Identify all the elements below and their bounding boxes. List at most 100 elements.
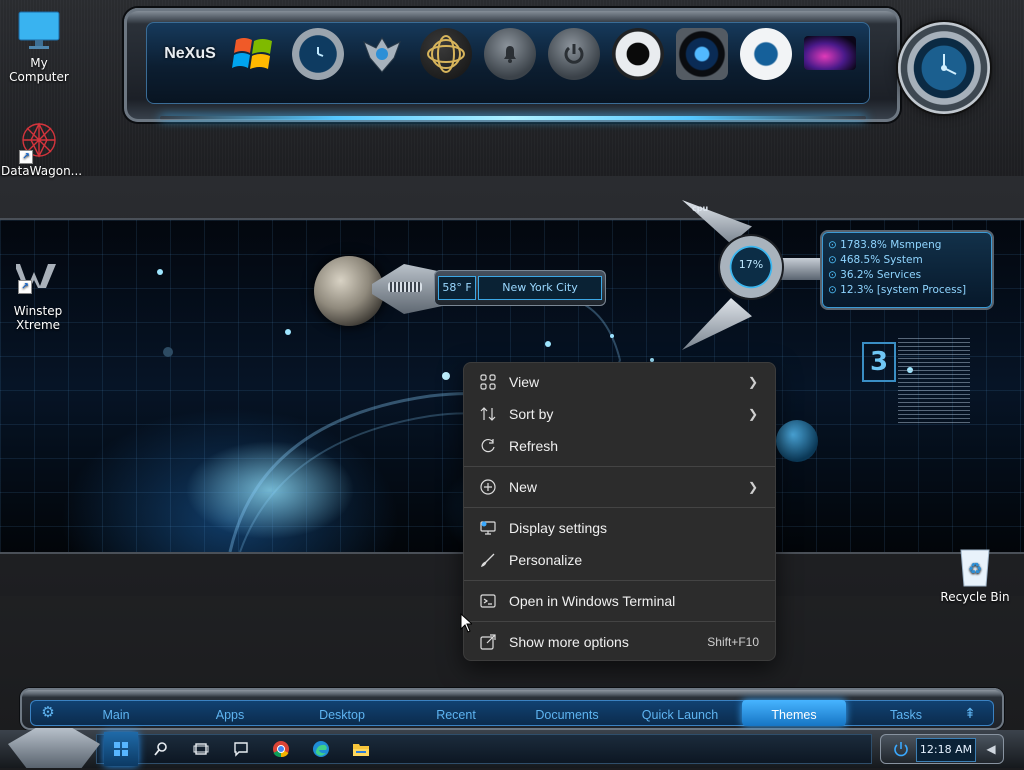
sector-panel: 3 xyxy=(860,336,972,432)
chevron-right-icon: ❯ xyxy=(747,480,759,494)
top-dock: NeXuS xyxy=(124,8,900,122)
menu-item-label: Refresh xyxy=(509,438,559,454)
desktop-icon-recycle-bin[interactable]: ♻ Recycle Bin xyxy=(937,544,1013,604)
cpu-process-item: 12.3% [system Process] xyxy=(828,283,992,298)
pin-icon[interactable]: ⇞ xyxy=(960,700,980,726)
desktop-icon-winstep[interactable]: ↗ Winstep Xtreme xyxy=(0,230,76,346)
wallpaper-icon[interactable] xyxy=(804,36,856,70)
menu-item-refresh[interactable]: Refresh xyxy=(468,430,771,462)
desktop-context-menu: View ❯ Sort by ❯ Refresh New ❯ Display s… xyxy=(463,362,776,661)
display-icon xyxy=(479,519,497,537)
menu-item-display-settings[interactable]: Display settings xyxy=(468,512,771,544)
weather-level-icon xyxy=(388,282,422,292)
settings-gear-icon[interactable]: ⚙ xyxy=(36,700,60,726)
edge-icon[interactable] xyxy=(308,736,334,762)
winstep-icon: ↗ xyxy=(14,244,60,294)
weather-temperature: 58° F xyxy=(438,276,476,300)
search-icon[interactable] xyxy=(148,736,174,762)
menu-item-label: Open in Windows Terminal xyxy=(509,593,676,609)
weather-bar: 58° F New York City xyxy=(388,270,606,306)
grid-view-icon xyxy=(479,373,497,391)
tab-desktop[interactable]: Desktop xyxy=(310,700,374,726)
windows-logo-icon[interactable] xyxy=(228,28,280,80)
tab-main[interactable]: Main xyxy=(88,700,144,726)
cpu-label: cpu xyxy=(692,204,709,213)
cpu-meter-widget[interactable]: cpu 17% 1783.8% Msmpeng 468.5% System 36… xyxy=(680,196,992,352)
sector-text-lines xyxy=(898,338,970,426)
recycle-bin-icon: ♻ xyxy=(953,544,997,588)
taskbar-clock[interactable]: 12:18 AM xyxy=(916,738,976,762)
menu-item-personalize[interactable]: Personalize xyxy=(468,544,771,576)
clock-icon[interactable] xyxy=(292,28,344,80)
bell-icon[interactable] xyxy=(484,28,536,80)
clock-orb-icon[interactable] xyxy=(898,22,990,114)
dock-icons: NeXuS xyxy=(164,28,856,80)
desktop-icon-label: DataWagon... xyxy=(1,164,83,178)
planet-icon xyxy=(776,420,818,462)
tab-documents[interactable]: Documents xyxy=(526,700,608,726)
tab-quick-launch[interactable]: Quick Launch xyxy=(634,700,726,726)
menu-item-label: Show more options xyxy=(509,634,629,650)
menu-item-label: Personalize xyxy=(509,552,583,568)
power-tray-icon[interactable] xyxy=(888,736,914,762)
cpu-process-item: 1783.8% Msmpeng xyxy=(828,238,992,253)
menu-separator xyxy=(464,621,775,622)
weather-widget[interactable]: 58° F New York City xyxy=(372,250,608,326)
menu-separator xyxy=(464,507,775,508)
cpu-process-item: 36.2% Services xyxy=(828,268,992,283)
menu-item-label: Display settings xyxy=(509,520,608,536)
chat-icon[interactable] xyxy=(228,736,254,762)
desktop-icon-my-computer[interactable]: My Computer xyxy=(1,10,77,84)
shield-emblem-icon[interactable] xyxy=(356,28,408,80)
desktop-icon-datawagon[interactable]: ↗ DataWagon... xyxy=(1,118,83,178)
menu-item-shortcut: Shift+F10 xyxy=(707,635,759,649)
plus-circle-icon xyxy=(479,478,497,496)
cpu-percent: 17% xyxy=(738,258,764,271)
chrome-icon[interactable] xyxy=(268,736,294,762)
menu-item-view[interactable]: View ❯ xyxy=(468,366,771,398)
datawagon-icon: ↗ xyxy=(17,118,61,164)
cpu-process-panel: 1783.8% Msmpeng 468.5% System 36.2% Serv… xyxy=(822,232,992,308)
task-view-icon[interactable] xyxy=(188,736,214,762)
gauge-icon[interactable] xyxy=(740,28,792,80)
monitor-icon xyxy=(17,10,61,54)
tab-recent[interactable]: Recent xyxy=(426,700,486,726)
globe-icon[interactable] xyxy=(420,28,472,80)
nexus-logo-icon[interactable]: NeXuS xyxy=(164,28,216,80)
menu-item-new[interactable]: New ❯ xyxy=(468,471,771,503)
file-explorer-icon[interactable] xyxy=(348,736,374,762)
dock-glow xyxy=(160,116,866,120)
desktop-icon-label: Recycle Bin xyxy=(940,590,1010,604)
cpu-process-item: 468.5% System xyxy=(828,253,992,268)
power-icon[interactable] xyxy=(548,28,600,80)
menu-item-show-more-options[interactable]: Show more options Shift+F10 xyxy=(468,626,771,658)
sector-number: 3 xyxy=(862,342,896,382)
refresh-icon xyxy=(479,437,497,455)
menu-separator xyxy=(464,466,775,467)
toolbar-track: ⚙ Main Apps Desktop Recent Documents Qui… xyxy=(30,700,994,726)
menu-item-label: New xyxy=(509,479,538,495)
chevron-right-icon: ❯ xyxy=(747,375,759,389)
cpu-wing-bottom xyxy=(682,298,752,350)
desktop-icon-label: My Computer xyxy=(9,56,69,84)
speaker-icon[interactable] xyxy=(612,28,664,80)
menu-item-label: Sort by xyxy=(509,406,554,422)
desktop-icon-label: Winstep Xtreme xyxy=(13,304,63,332)
tab-themes[interactable]: Themes xyxy=(742,700,846,726)
shortcut-arrow-icon: ↗ xyxy=(19,150,33,164)
chevron-right-icon: ❯ xyxy=(747,407,759,421)
chevron-left-icon[interactable]: ◀ xyxy=(978,736,1004,762)
tab-apps[interactable]: Apps xyxy=(202,700,258,726)
share-icon xyxy=(479,633,497,651)
menu-item-label: View xyxy=(509,374,540,390)
menu-separator xyxy=(464,580,775,581)
tab-tasks[interactable]: Tasks xyxy=(876,700,936,726)
start-icon[interactable] xyxy=(104,732,138,766)
weather-city: New York City xyxy=(478,276,602,300)
svg-text:♻: ♻ xyxy=(968,559,982,578)
menu-item-open-terminal[interactable]: Open in Windows Terminal xyxy=(468,585,771,617)
sort-icon xyxy=(479,405,497,423)
nexus-logo-text: NeXuS xyxy=(164,45,216,62)
camera-lens-icon[interactable] xyxy=(676,28,728,80)
menu-item-sort-by[interactable]: Sort by ❯ xyxy=(468,398,771,430)
